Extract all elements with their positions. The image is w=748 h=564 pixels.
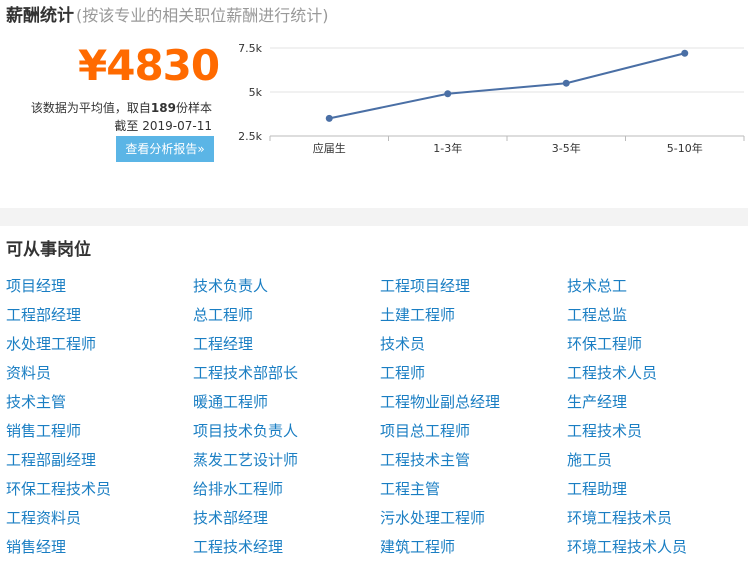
job-link[interactable]: 工程技术经理: [193, 533, 380, 562]
job-link[interactable]: 工程技术主管: [380, 446, 567, 475]
salary-title: 薪酬统计: [6, 6, 74, 26]
job-link[interactable]: 工程技术人员: [567, 359, 748, 388]
job-link[interactable]: 给排水工程师: [193, 475, 380, 504]
data-point: [562, 79, 570, 87]
date-value: 2019-07-11: [142, 119, 212, 133]
jobs-title: 可从事岗位: [6, 240, 91, 260]
job-link[interactable]: 土建工程师: [380, 301, 567, 330]
jobs-grid: 项目经理 技术负责人 工程项目经理 技术总工工程部经理 总工程师 土建工程师 工程总监水处理…: [6, 272, 748, 562]
job-link[interactable]: 工程资料员: [6, 504, 193, 533]
salary-chart: 2.5k 5k 7.5k 应届生 1-3年 3-5年 5-10年: [228, 36, 746, 162]
x-tick-label: 应届生: [313, 141, 346, 155]
job-link[interactable]: 工程技术员: [567, 417, 748, 446]
job-link[interactable]: 总工程师: [193, 301, 380, 330]
y-tick-label: 5k: [249, 86, 263, 99]
job-link[interactable]: 环境工程技术员: [567, 504, 748, 533]
job-link[interactable]: 水处理工程师: [6, 330, 193, 359]
job-link[interactable]: 工程总监: [567, 301, 748, 330]
job-link[interactable]: 工程部副经理: [6, 446, 193, 475]
job-link[interactable]: 技术总工: [567, 272, 748, 301]
sample-suffix: 份样本: [175, 101, 212, 115]
section-divider: [0, 208, 748, 226]
job-link[interactable]: 环保工程师: [567, 330, 748, 359]
job-link[interactable]: 生产经理: [567, 388, 748, 417]
job-link[interactable]: 工程助理: [567, 475, 748, 504]
series-line: [329, 52, 685, 120]
y-tick-label: 2.5k: [238, 130, 262, 143]
job-link[interactable]: 项目总工程师: [380, 417, 567, 446]
salary-heading: 薪酬统计 (按该专业的相关职位薪酬进行统计): [6, 4, 329, 28]
y-tick-label: 7.5k: [238, 42, 262, 55]
job-link[interactable]: 环境工程技术人员: [567, 533, 748, 562]
x-tick-label: 5-10年: [667, 141, 703, 155]
date-prefix: 截至: [114, 119, 139, 133]
view-report-button[interactable]: 查看分析报告»: [116, 136, 214, 162]
average-salary: ¥4830: [78, 41, 220, 90]
x-tick-label: 1-3年: [433, 141, 462, 155]
x-tick-label: 3-5年: [552, 141, 581, 155]
sample-count: 189: [150, 101, 176, 115]
job-link[interactable]: 工程部经理: [6, 301, 193, 330]
job-link[interactable]: 项目经理: [6, 272, 193, 301]
date-info: 截至 2019-07-11: [20, 117, 212, 135]
job-link[interactable]: 工程技术部部长: [193, 359, 380, 388]
job-link[interactable]: 建筑工程师: [380, 533, 567, 562]
job-link[interactable]: 技术主管: [6, 388, 193, 417]
job-link[interactable]: 资料员: [6, 359, 193, 388]
job-link[interactable]: 污水处理工程师: [380, 504, 567, 533]
job-link[interactable]: 技术负责人: [193, 272, 380, 301]
job-link[interactable]: 施工员: [567, 446, 748, 475]
job-link[interactable]: 项目技术负责人: [193, 417, 380, 446]
job-link[interactable]: 工程经理: [193, 330, 380, 359]
job-link[interactable]: 技术员: [380, 330, 567, 359]
job-link[interactable]: 技术部经理: [193, 504, 380, 533]
data-point: [681, 49, 689, 57]
data-point: [325, 114, 333, 122]
job-link[interactable]: 销售经理: [6, 533, 193, 562]
job-link[interactable]: 蒸发工艺设计师: [193, 446, 380, 475]
salary-subtitle: (按该专业的相关职位薪酬进行统计): [76, 6, 329, 25]
job-link[interactable]: 工程师: [380, 359, 567, 388]
sample-info: 该数据为平均值，取自189份样本: [20, 99, 212, 117]
salary-line-chart: 2.5k 5k 7.5k 应届生 1-3年 3-5年 5-10年: [238, 42, 745, 155]
data-point: [444, 90, 452, 98]
jobs-section: 可从事岗位 项目经理 技术负责人 工程项目经理 技术总工 工程部经理 总工程师 土建工程师工…: [0, 226, 748, 564]
sample-prefix: 该数据为平均值，取自: [30, 101, 151, 115]
job-link[interactable]: 环保工程技术员: [6, 475, 193, 504]
job-link[interactable]: 暖通工程师: [193, 388, 380, 417]
job-link[interactable]: 销售工程师: [6, 417, 193, 446]
job-link[interactable]: 工程项目经理: [380, 272, 567, 301]
job-link[interactable]: 工程主管: [380, 475, 567, 504]
job-link[interactable]: 工程物业副总经理: [380, 388, 567, 417]
salary-section: 薪酬统计 (按该专业的相关职位薪酬进行统计) ¥4830 该数据为平均值，取自18…: [0, 0, 748, 208]
